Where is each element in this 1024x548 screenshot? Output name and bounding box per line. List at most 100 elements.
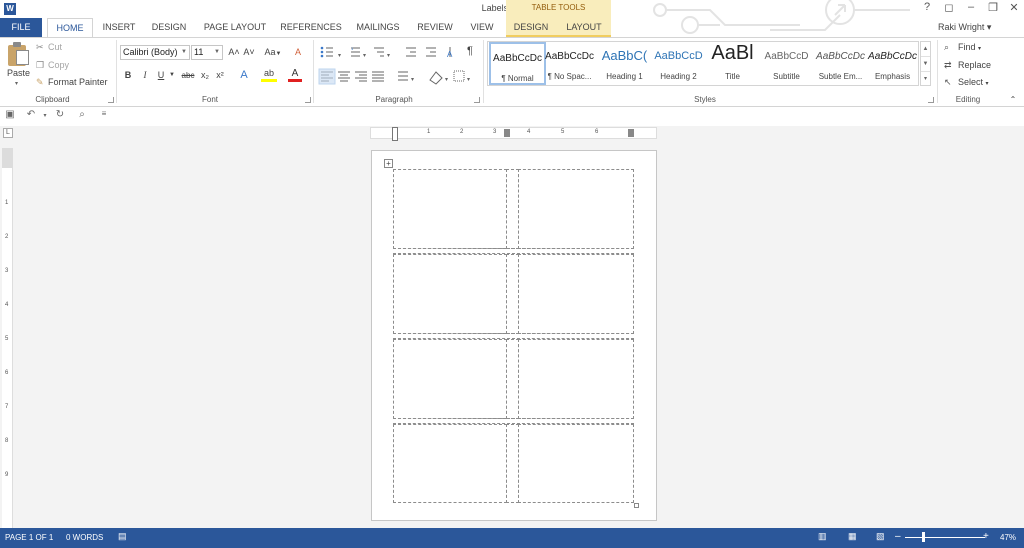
format-painter-button[interactable]: ✎ Format Painter <box>36 77 108 88</box>
tab-insert[interactable]: INSERT <box>97 18 141 37</box>
table-cell[interactable] <box>518 424 634 503</box>
proofing-icon[interactable]: ▤ <box>118 531 127 542</box>
zoom-out-button[interactable]: – <box>895 531 901 542</box>
column-marker[interactable] <box>504 129 510 137</box>
font-launcher-icon[interactable] <box>305 97 311 103</box>
style-emphasis[interactable]: AaBbCcDc Emphasis <box>864 42 921 85</box>
redo-icon[interactable]: ↻ <box>53 109 67 120</box>
zoom-level[interactable]: 47% <box>1000 533 1016 542</box>
table-move-handle-icon[interactable]: + <box>384 159 393 168</box>
more-styles-icon[interactable]: ▾ <box>921 72 930 87</box>
tab-table-layout[interactable]: LAYOUT <box>560 18 608 37</box>
zoom-in-button[interactable]: + <box>983 531 989 542</box>
font-size-combo[interactable]: 11 ▼ <box>191 45 223 60</box>
collapse-ribbon-icon[interactable]: ⌃ <box>1008 92 1018 107</box>
style-heading-2[interactable]: AaBbCcD Heading 2 <box>650 42 707 85</box>
font-name-combo[interactable]: Calibri (Body) ▼ <box>120 45 190 60</box>
subscript-button[interactable]: x₂ <box>198 68 212 83</box>
quick-access-toolbar <box>0 108 1024 126</box>
italic-button[interactable]: I <box>139 68 151 83</box>
paragraph-launcher-icon[interactable] <box>474 97 480 103</box>
table-spacer-row <box>393 333 634 339</box>
copy-button[interactable]: ❐ Copy <box>36 60 69 71</box>
zoom-slider-track[interactable] <box>905 537 985 538</box>
find-button[interactable]: ⌕ Find ▾ <box>944 42 981 53</box>
undo-icon[interactable]: ↶ <box>24 109 38 120</box>
underline-dropdown-icon[interactable]: ▼ <box>168 68 176 83</box>
table-cell[interactable] <box>393 169 507 249</box>
column-marker[interactable] <box>628 129 634 137</box>
table-cell[interactable] <box>518 254 634 334</box>
scroll-down-icon[interactable]: ▼ <box>921 57 930 72</box>
cut-button[interactable]: ✂ Cut <box>36 42 62 53</box>
zoom-slider-thumb[interactable] <box>922 532 925 542</box>
replace-button[interactable]: ⇄ Replace <box>944 60 991 71</box>
horizontal-ruler[interactable] <box>370 127 657 139</box>
tab-references[interactable]: REFERENCES <box>278 18 344 37</box>
ruler-tick: 6 <box>5 370 9 376</box>
tab-review[interactable]: REVIEW <box>412 18 458 37</box>
tab-view[interactable]: VIEW <box>464 18 500 37</box>
user-account[interactable]: Raki Wright ▾ <box>938 22 991 33</box>
font-color-button[interactable]: A <box>288 68 302 82</box>
underline-button[interactable]: U <box>155 68 167 83</box>
paste-dropdown-icon[interactable]: ▾ <box>15 80 18 87</box>
table-resize-handle[interactable] <box>634 503 639 508</box>
grow-font-button[interactable]: A˄ <box>227 45 241 60</box>
print-preview-icon[interactable]: ⌕ <box>75 109 89 120</box>
svg-text:▾: ▾ <box>363 53 366 59</box>
close-button[interactable]: ✕ <box>1006 1 1022 14</box>
table-cell[interactable] <box>518 169 634 249</box>
paste-icon[interactable] <box>8 42 30 66</box>
show-formatting-button[interactable]: ¶ <box>463 44 477 59</box>
style-no-spacing[interactable]: AaBbCcDc ¶ No Spac... <box>541 42 598 85</box>
read-mode-icon[interactable]: ▥ <box>818 531 827 542</box>
select-button[interactable]: ↖ Select ▾ <box>944 77 989 88</box>
ribbon-display-icon[interactable]: ◻ <box>941 1 957 14</box>
page-count[interactable]: PAGE 1 OF 1 <box>5 533 53 542</box>
save-icon[interactable]: ▣ <box>3 109 17 120</box>
style-sample: AaBbC( <box>601 48 648 63</box>
table-cell[interactable] <box>393 254 507 334</box>
tab-home[interactable]: HOME <box>47 18 93 37</box>
customize-qat-icon[interactable]: ≡ <box>97 109 111 118</box>
ruler-tick: 5 <box>561 129 565 135</box>
style-subtitle[interactable]: AaBbCcD Subtitle <box>758 42 815 85</box>
style-subtle-emphasis[interactable]: AaBbCcDc Subtle Em... <box>812 42 869 85</box>
clear-formatting-button[interactable]: A <box>291 45 305 60</box>
table-cell[interactable] <box>518 339 634 419</box>
table-cell[interactable] <box>393 424 507 503</box>
tab-design[interactable]: DESIGN <box>146 18 192 37</box>
indent-marker[interactable] <box>392 127 398 141</box>
tab-page-layout[interactable]: PAGE LAYOUT <box>198 18 272 37</box>
scroll-up-icon[interactable]: ▲ <box>921 42 930 57</box>
help-icon[interactable]: ? <box>919 1 935 13</box>
strikethrough-button[interactable]: abc <box>179 68 197 83</box>
text-effects-button[interactable]: A <box>236 68 252 83</box>
paste-button[interactable]: Paste <box>7 68 30 78</box>
clipboard-launcher-icon[interactable] <box>108 97 114 103</box>
tab-mailings[interactable]: MAILINGS <box>350 18 406 37</box>
superscript-button[interactable]: x² <box>213 68 227 83</box>
styles-scrollbar[interactable]: ▲ ▼ ▾ <box>920 41 931 86</box>
styles-launcher-icon[interactable] <box>928 97 934 103</box>
word-count[interactable]: 0 WORDS <box>66 533 103 542</box>
restore-button[interactable]: ❐ <box>985 1 1001 14</box>
style-normal[interactable]: AaBbCcDc ¶ Normal <box>489 42 546 85</box>
print-layout-icon[interactable]: ▦ <box>848 531 857 542</box>
style-title[interactable]: AaBl Title <box>704 42 761 85</box>
shrink-font-button[interactable]: A˅ <box>242 45 256 60</box>
web-layout-icon[interactable]: ▧ <box>876 531 885 542</box>
highlight-button[interactable]: ab <box>261 68 277 82</box>
tab-file[interactable]: FILE <box>0 18 42 37</box>
bold-button[interactable]: B <box>122 68 134 83</box>
tab-table-design[interactable]: DESIGN <box>508 18 554 37</box>
style-heading-1[interactable]: AaBbC( Heading 1 <box>596 42 653 85</box>
minimize-button[interactable]: – <box>963 1 979 13</box>
word-app-icon[interactable]: W <box>4 3 16 15</box>
undo-dropdown-icon[interactable]: ▾ <box>38 112 52 119</box>
tab-selector-icon[interactable]: L <box>3 128 13 138</box>
change-case-button[interactable]: Aa▼ <box>262 45 284 60</box>
ruler-tick: 3 <box>5 268 9 274</box>
table-cell[interactable] <box>393 339 507 419</box>
